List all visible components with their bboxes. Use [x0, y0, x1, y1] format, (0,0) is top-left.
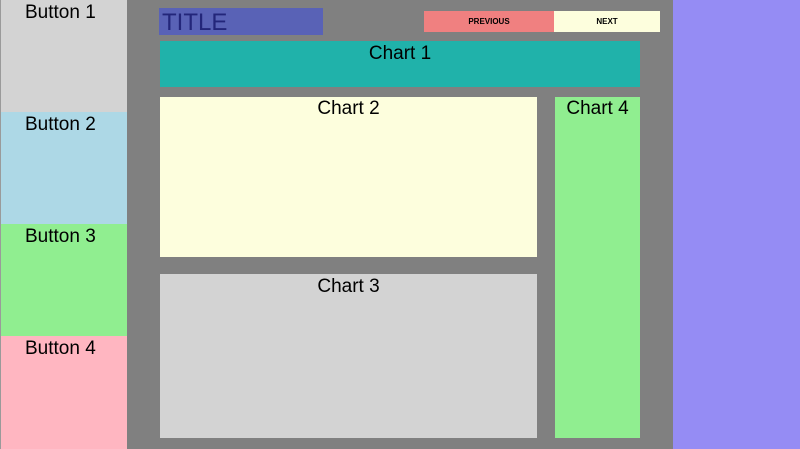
sidebar-button-4-label: Button 4 [25, 338, 96, 359]
chart-2-panel: Chart 2 [160, 97, 537, 257]
page-title: TITLE [162, 9, 228, 36]
sidebar-button-2-label: Button 2 [25, 114, 96, 135]
right-panel [673, 0, 800, 449]
previous-button[interactable]: PREVIOUS [424, 11, 554, 32]
sidebar-button-3-label: Button 3 [25, 226, 96, 247]
sidebar-button-1-label: Button 1 [25, 2, 96, 23]
page-title-box: TITLE [159, 8, 323, 36]
sidebar-button-1[interactable]: Button 1 [1, 0, 128, 112]
chart-3-label: Chart 3 [317, 276, 380, 297]
chart-3-panel: Chart 3 [160, 274, 537, 438]
chart-4-label: Chart 4 [566, 98, 629, 119]
sidebar: Button 1 Button 2 Button 3 Button 4 [0, 0, 128, 449]
chart-1-panel: Chart 1 [160, 41, 640, 87]
sidebar-button-2[interactable]: Button 2 [1, 112, 128, 224]
sidebar-button-4[interactable]: Button 4 [1, 336, 128, 449]
main-content: TITLE PREVIOUS NEXT Chart 1 Chart 2 Char… [127, 0, 673, 449]
chart-2-label: Chart 2 [317, 98, 380, 119]
next-button[interactable]: NEXT [554, 11, 660, 32]
dashboard-page: Button 1 Button 2 Button 3 Button 4 TITL… [0, 0, 800, 449]
sidebar-button-3[interactable]: Button 3 [1, 224, 128, 336]
chart-4-panel: Chart 4 [555, 97, 640, 438]
chart-1-label: Chart 1 [368, 43, 432, 64]
